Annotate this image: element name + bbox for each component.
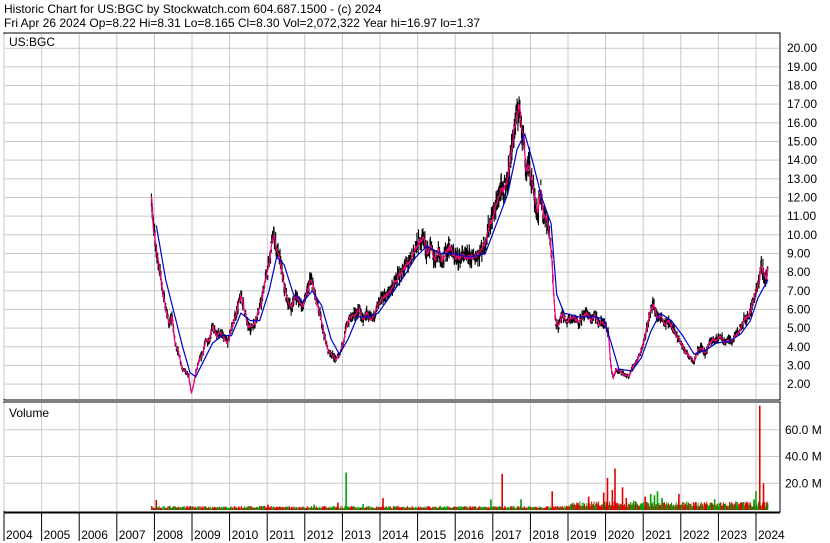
price-tick-label: 15.00 [787, 134, 817, 148]
year-tick-label: 2020 [608, 528, 635, 542]
price-tick-label: 16.00 [787, 116, 817, 130]
volume-label: Volume [9, 406, 49, 420]
year-tick-label: 2021 [645, 528, 672, 542]
price-tick-label: 14.00 [787, 153, 817, 167]
year-tick-label: 2024 [758, 528, 785, 542]
price-tick-label: 2.00 [787, 377, 811, 391]
year-tick-label: 2007 [119, 528, 146, 542]
year-tick-label: 2005 [44, 528, 71, 542]
price-tick-label: 6.00 [787, 302, 811, 316]
price-tick-label: 13.00 [787, 172, 817, 186]
price-tick-label: 17.00 [787, 97, 817, 111]
price-tick-label: 19.00 [787, 60, 817, 74]
year-tick-label: 2014 [382, 528, 409, 542]
year-tick-label: 2022 [683, 528, 710, 542]
year-tick-label: 2012 [307, 528, 334, 542]
volume-tick-label: 20.0 M [785, 476, 822, 490]
volume-tick-label: 40.0 M [785, 450, 822, 464]
year-tick-label: 2013 [344, 528, 371, 542]
price-tick-label: 7.00 [787, 284, 811, 298]
year-tick-label: 2017 [495, 528, 522, 542]
year-tick-label: 2010 [232, 528, 259, 542]
year-tick-label: 2016 [457, 528, 484, 542]
year-tick-label: 2023 [720, 528, 747, 542]
year-tick-label: 2008 [156, 528, 183, 542]
price-tick-label: 8.00 [787, 265, 811, 279]
price-tick-label: 11.00 [787, 209, 816, 223]
symbol-label: US:BGC [9, 35, 55, 49]
price-tick-label: 10.00 [787, 228, 817, 242]
price-tick-label: 4.00 [787, 340, 811, 354]
year-tick-label: 2018 [532, 528, 559, 542]
price-tick-label: 5.00 [787, 321, 811, 335]
price-tick-label: 12.00 [787, 190, 817, 204]
year-tick-label: 2006 [81, 528, 108, 542]
year-tick-label: 2019 [570, 528, 597, 542]
year-tick-label: 2004 [6, 528, 33, 542]
year-tick-label: 2009 [194, 528, 221, 542]
stock-chart: 20.00 19.00 18.00 17.00 16.00 15.00 14.00 13.00… [3, 32, 822, 542]
price-tick-label: 3.00 [787, 358, 811, 372]
volume-tick-label: 60.0 M [785, 423, 822, 437]
year-tick-label: 2015 [420, 528, 447, 542]
price-tick-label: 9.00 [787, 246, 811, 260]
price-tick-label: 20.00 [787, 41, 817, 55]
year-tick-label: 2011 [269, 528, 295, 542]
price-tick-label: 18.00 [787, 79, 817, 93]
